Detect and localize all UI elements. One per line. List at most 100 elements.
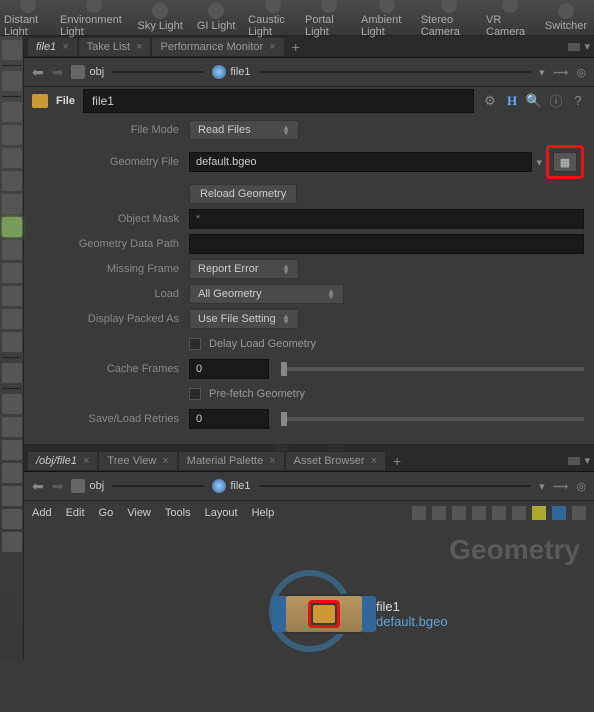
- tool-hint[interactable]: [2, 240, 22, 260]
- save-retries-input[interactable]: [189, 409, 269, 429]
- pane-max-icon[interactable]: [568, 43, 580, 51]
- menu-go[interactable]: Go: [99, 507, 114, 519]
- pane-menu-icon[interactable]: ▾: [584, 40, 590, 53]
- shelf-env-light[interactable]: Environment Light: [60, 0, 128, 38]
- tool-select[interactable]: [2, 40, 22, 60]
- grid3-icon[interactable]: [512, 506, 526, 520]
- nav-back-icon[interactable]: ⬅: [32, 64, 44, 81]
- tab-perf-monitor[interactable]: Performance Monitor×: [152, 38, 283, 56]
- path-dropdown-icon[interactable]: ▾: [539, 480, 545, 493]
- browse-file-button[interactable]: ▦: [553, 152, 577, 172]
- add-tab-button[interactable]: +: [286, 39, 306, 55]
- tool-help[interactable]: [2, 71, 22, 91]
- reload-geometry-button[interactable]: Reload Geometry: [189, 184, 297, 204]
- menu-layout[interactable]: Layout: [205, 507, 238, 519]
- tool-b[interactable]: [2, 417, 22, 437]
- cache-frames-slider[interactable]: [281, 367, 584, 371]
- delay-load-checkbox[interactable]: [189, 338, 201, 350]
- tool-curve[interactable]: [2, 309, 22, 329]
- close-icon[interactable]: ×: [269, 41, 275, 53]
- tab-take-list[interactable]: Take List×: [79, 38, 151, 56]
- close-icon[interactable]: ×: [162, 455, 168, 467]
- help-icon[interactable]: ?: [570, 93, 586, 109]
- link-icon[interactable]: ◎: [576, 66, 586, 79]
- display-flag[interactable]: [272, 596, 286, 632]
- tab-tree-view[interactable]: Tree View×: [99, 452, 176, 470]
- close-icon[interactable]: ×: [371, 455, 377, 467]
- node-body[interactable]: [284, 594, 364, 634]
- close-icon[interactable]: ×: [269, 455, 275, 467]
- tool-g[interactable]: [2, 532, 22, 552]
- close-icon[interactable]: ×: [62, 41, 68, 53]
- tool-edit[interactable]: [2, 332, 22, 352]
- pin-icon[interactable]: ⟿: [553, 66, 569, 79]
- tool-lock[interactable]: [2, 148, 22, 168]
- pane-menu-icon[interactable]: ▾: [584, 454, 590, 467]
- path-file1[interactable]: file1: [212, 479, 250, 493]
- shelf-sky-light[interactable]: Sky Light: [136, 3, 184, 32]
- network-view[interactable]: Geometry file1 default.bgeo: [24, 524, 594, 712]
- tool-d[interactable]: [2, 463, 22, 483]
- object-mask-input[interactable]: [189, 209, 584, 229]
- tool-template[interactable]: [2, 125, 22, 145]
- shelf-vr-camera[interactable]: VR Camera: [486, 0, 534, 38]
- node-file1[interactable]: file1 default.bgeo: [284, 594, 448, 634]
- nav-forward-icon[interactable]: ➡: [52, 64, 64, 81]
- shelf-stereo-camera[interactable]: Stereo Camera: [421, 0, 478, 38]
- path-file1[interactable]: file1: [212, 65, 250, 79]
- chevron-down-icon[interactable]: ▾: [536, 156, 542, 169]
- tool-dot[interactable]: [2, 363, 22, 383]
- prefetch-checkbox[interactable]: [189, 388, 201, 400]
- missing-frame-dropdown[interactable]: Report Error▲▼: [189, 259, 299, 279]
- shelf-switcher[interactable]: Switcher: [542, 3, 590, 32]
- tool-c[interactable]: [2, 440, 22, 460]
- nav-back-icon[interactable]: ⬅: [32, 478, 44, 495]
- cache-frames-input[interactable]: [189, 359, 269, 379]
- tool-a[interactable]: [2, 394, 22, 414]
- menu-edit[interactable]: Edit: [66, 507, 85, 519]
- list-icon[interactable]: [432, 506, 446, 520]
- nav-forward-icon[interactable]: ➡: [52, 478, 64, 495]
- search-icon[interactable]: 🔍: [526, 93, 542, 109]
- wrench-icon[interactable]: [412, 506, 426, 520]
- close-icon[interactable]: ×: [136, 41, 142, 53]
- geom-data-path-input[interactable]: [189, 234, 584, 254]
- grid2-icon[interactable]: [492, 506, 506, 520]
- tool-f[interactable]: [2, 509, 22, 529]
- close-icon[interactable]: ×: [83, 455, 89, 467]
- add-tab-button[interactable]: +: [387, 453, 407, 469]
- file-mode-dropdown[interactable]: Read Files▲▼: [189, 120, 299, 140]
- tool-preview[interactable]: [2, 286, 22, 306]
- link-icon[interactable]: ◎: [576, 480, 586, 493]
- menu-help[interactable]: Help: [252, 507, 275, 519]
- path-obj[interactable]: obj: [71, 65, 104, 79]
- shelf-distant-light[interactable]: Distant Light: [4, 0, 52, 38]
- tool-light[interactable]: [2, 217, 22, 237]
- render-flag[interactable]: [362, 596, 376, 632]
- note-icon[interactable]: [532, 506, 546, 520]
- pane-max-icon[interactable]: [568, 457, 580, 465]
- menu-tools[interactable]: Tools: [165, 507, 191, 519]
- tool-axis[interactable]: [2, 263, 22, 283]
- color-icon[interactable]: [552, 506, 566, 520]
- tool-e[interactable]: [2, 486, 22, 506]
- help-h-icon[interactable]: H: [504, 93, 520, 109]
- shelf-ambient-light[interactable]: Ambient Light: [361, 0, 413, 38]
- grid-icon[interactable]: [472, 506, 486, 520]
- tool-bypass[interactable]: [2, 171, 22, 191]
- path-dropdown-icon[interactable]: ▾: [539, 66, 545, 79]
- geometry-file-input[interactable]: [189, 152, 532, 172]
- arrow-icon[interactable]: [572, 506, 586, 520]
- pin-icon[interactable]: ⟿: [553, 480, 569, 493]
- shelf-portal-light[interactable]: Portal Light: [305, 0, 353, 38]
- tab-asset-browser[interactable]: Asset Browser×: [286, 452, 385, 470]
- menu-add[interactable]: Add: [32, 507, 52, 519]
- info-icon[interactable]: ⓘ: [548, 93, 564, 109]
- tab-material-palette[interactable]: Material Palette×: [179, 452, 284, 470]
- shelf-caustic-light[interactable]: Caustic Light: [248, 0, 297, 38]
- tool-display[interactable]: [2, 102, 22, 122]
- save-retries-slider[interactable]: [281, 417, 584, 421]
- menu-view[interactable]: View: [127, 507, 151, 519]
- tool-sphere[interactable]: [2, 194, 22, 214]
- load-dropdown[interactable]: All Geometry▲▼: [189, 284, 344, 304]
